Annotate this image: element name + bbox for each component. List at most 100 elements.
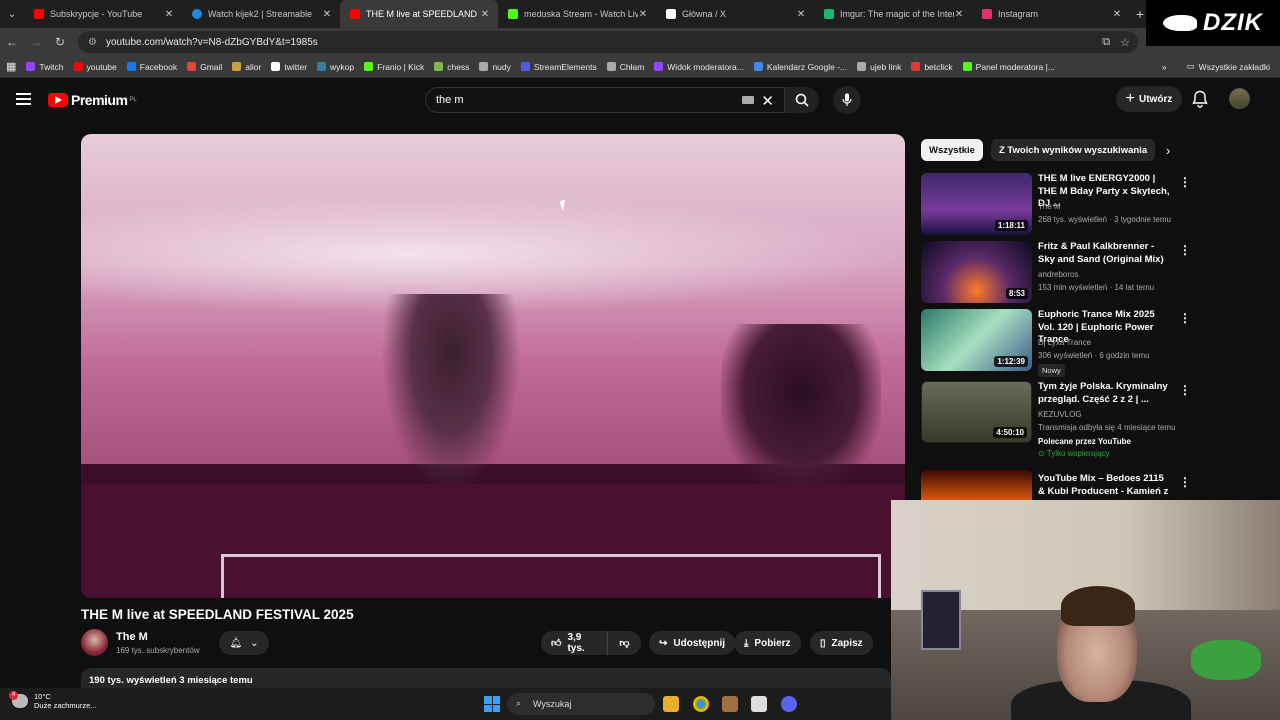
recommendation-title[interactable]: YouTube Mix – Bedoes 2115 & Kubi Produce… bbox=[1038, 473, 1170, 500]
save-label: Zapisz bbox=[831, 637, 863, 649]
voice-search-button[interactable] bbox=[833, 86, 861, 114]
keyboard-icon[interactable] bbox=[742, 96, 754, 104]
imgur-favicon-icon bbox=[824, 9, 834, 19]
file-explorer-icon[interactable] bbox=[663, 696, 679, 712]
share-icon: ↪ bbox=[659, 637, 668, 649]
close-icon[interactable]: ✕ bbox=[164, 9, 174, 20]
forward-icon[interactable]: → bbox=[24, 35, 48, 49]
more-options-icon[interactable]: ⋮ bbox=[1179, 475, 1191, 489]
search-button[interactable] bbox=[785, 87, 819, 113]
chrome-icon[interactable] bbox=[693, 696, 709, 712]
account-avatar[interactable] bbox=[1229, 88, 1250, 109]
notifications-bell-icon[interactable] bbox=[1192, 90, 1208, 108]
bookmark-kalendarz[interactable]: Kalendarz Google -... bbox=[753, 62, 847, 72]
recommendation-item[interactable]: 4:50:10 Tym żyje Polska. Kryminalny prze… bbox=[921, 381, 1266, 458]
download-button[interactable]: ⤓ Pobierz bbox=[734, 631, 801, 655]
bookmark-betclick[interactable]: betclick bbox=[911, 62, 953, 72]
reload-icon[interactable]: ↻ bbox=[48, 35, 72, 49]
share-button[interactable]: ↪ Udostępnij bbox=[649, 631, 736, 655]
recommendation-item[interactable]: 1:12:39 Euphoric Trance Mix 2025 Vol. 12… bbox=[921, 309, 1266, 377]
bookmark-twitch[interactable]: Twitch bbox=[26, 62, 64, 72]
video-frame-neon-letters bbox=[221, 554, 881, 598]
install-app-icon[interactable]: ⧉ bbox=[1102, 36, 1110, 49]
clear-search-icon[interactable]: ✕ bbox=[761, 92, 774, 110]
bookmark-streamelements[interactable]: StreamElements bbox=[520, 62, 597, 72]
site-info-icon[interactable]: ⚙ bbox=[88, 37, 98, 48]
bookmark-franio-kick[interactable]: Franio | Kick bbox=[364, 62, 424, 72]
channel-avatar[interactable] bbox=[81, 629, 108, 656]
more-options-icon[interactable]: ⋮ bbox=[1179, 383, 1191, 397]
bookmark-chlam[interactable]: Chłam bbox=[606, 62, 644, 72]
recommendation-item[interactable]: YouTube Mix – Bedoes 2115 & Kubi Produce… bbox=[921, 470, 1266, 500]
chips-next-icon[interactable]: › bbox=[1166, 143, 1170, 158]
back-icon[interactable]: ← bbox=[0, 35, 24, 49]
menu-icon[interactable] bbox=[16, 93, 31, 105]
close-icon[interactable]: ✕ bbox=[1112, 9, 1122, 20]
recommendation-title[interactable]: Tym żyje Polska. Kryminalny przegląd. Cz… bbox=[1038, 381, 1170, 406]
create-label: Utwórz bbox=[1139, 93, 1173, 105]
more-options-icon[interactable]: ⋮ bbox=[1179, 311, 1191, 325]
bookmark-chess[interactable]: chess bbox=[434, 62, 469, 72]
channel-name[interactable]: The M bbox=[116, 631, 148, 643]
more-options-icon[interactable]: ⋮ bbox=[1179, 175, 1191, 189]
bookmark-star-icon[interactable]: ☆ bbox=[1120, 36, 1130, 49]
chip-all[interactable]: Wszystkie bbox=[921, 139, 983, 161]
bookmark-twitter[interactable]: twitter bbox=[271, 62, 307, 72]
recommendation-title[interactable]: Fritz & Paul Kalkbrenner - Sky and Sand … bbox=[1038, 241, 1170, 266]
search-input[interactable]: the m ✕ bbox=[425, 87, 785, 113]
youtube-logo[interactable]: Premium PL bbox=[48, 92, 137, 108]
thumbnail[interactable]: 8:53 bbox=[921, 241, 1032, 303]
close-icon[interactable]: ✕ bbox=[322, 9, 332, 20]
bookmark-facebook[interactable]: Facebook bbox=[126, 62, 177, 72]
tab-x[interactable]: Główna / X ✕ bbox=[656, 0, 814, 28]
thumbnail[interactable] bbox=[921, 470, 1032, 500]
tab-the-m-live[interactable]: THE M live at SPEEDLAND FEST✕ bbox=[340, 0, 498, 28]
video-player[interactable] bbox=[81, 134, 905, 598]
tab-meduska[interactable]: meduska Stream - Watch Live o✕ bbox=[498, 0, 656, 28]
close-icon[interactable]: ✕ bbox=[954, 9, 964, 20]
bookmark-wykop[interactable]: wykop bbox=[317, 62, 354, 72]
bookmark-youtube[interactable]: youtube bbox=[73, 62, 117, 72]
url-bar[interactable]: ⚙ youtube.com/watch?v=N8-dZbGYBdY&t=1985… bbox=[78, 31, 1138, 53]
tab-streamable[interactable]: Watch kijek2 | Streamable ✕ bbox=[182, 0, 340, 28]
tab-instagram[interactable]: Instagram ✕ bbox=[972, 0, 1130, 28]
bookmarks-bar: ▦ Twitch youtube Facebook Gmail alior tw… bbox=[0, 56, 1280, 78]
save-button[interactable]: ▯ Zapisz bbox=[810, 631, 873, 655]
recommendation-item[interactable]: 8:53 Fritz & Paul Kalkbrenner - Sky and … bbox=[921, 241, 1266, 305]
bookmark-widok-moderatora[interactable]: Widok moderatora... bbox=[654, 62, 744, 72]
taskbar-search[interactable]: ⌕ Wyszukaj bbox=[507, 693, 655, 715]
tab-search-icon[interactable]: ⌄ bbox=[0, 0, 24, 28]
dislike-button[interactable]: 👎︎ bbox=[607, 631, 641, 655]
thumbnail[interactable]: 4:50:10 bbox=[921, 381, 1032, 443]
close-icon[interactable]: ✕ bbox=[638, 9, 648, 20]
thumbnail[interactable]: 1:18:11 bbox=[921, 173, 1032, 235]
all-bookmarks-button[interactable]: » ▭ Wszystkie zakładki bbox=[1162, 61, 1270, 72]
chip-from-searches[interactable]: Z Twoich wyników wyszukiwania bbox=[990, 139, 1156, 161]
tab-imgur[interactable]: Imgur: The magic of the Intern ✕ bbox=[814, 0, 972, 28]
discord-icon[interactable] bbox=[781, 696, 797, 712]
bookmark-ujeb-link[interactable]: ujeb link bbox=[857, 62, 901, 72]
recommendation-item[interactable]: 1:18:11 THE M live ENERGY2000 | THE M Bd… bbox=[921, 173, 1266, 237]
app-icon[interactable] bbox=[722, 696, 738, 712]
windows-start-icon[interactable] bbox=[484, 696, 500, 712]
like-button[interactable]: 👍︎ 3,9 tys. bbox=[541, 631, 607, 655]
video-frame-dj bbox=[381, 294, 521, 494]
tab-title: THE M live at SPEEDLAND FEST bbox=[366, 9, 480, 19]
chevron-right-icon[interactable]: » bbox=[1162, 62, 1167, 72]
close-icon[interactable]: ✕ bbox=[796, 9, 806, 20]
url-text[interactable]: youtube.com/watch?v=N8-dZbGYBdY&t=1985s bbox=[106, 37, 318, 48]
thumbnail[interactable]: 1:12:39 bbox=[921, 309, 1032, 371]
bookmark-alior[interactable]: alior bbox=[232, 62, 261, 72]
bookmark-folder-nudy[interactable]: nudy bbox=[479, 62, 511, 72]
close-icon[interactable]: ✕ bbox=[480, 9, 490, 20]
app-icon[interactable] bbox=[751, 696, 767, 712]
tab-subskrypcje[interactable]: Subskrypcje - YouTube ✕ bbox=[24, 0, 182, 28]
bookmark-gmail[interactable]: Gmail bbox=[187, 62, 222, 72]
create-button[interactable]: + Utwórz bbox=[1116, 86, 1182, 112]
weather-widget[interactable]: 10°CDuże zachmurze... bbox=[9, 691, 97, 710]
subscription-bell-button[interactable]: 🔔︎ ⌄ bbox=[219, 631, 269, 655]
search-query[interactable]: the m bbox=[436, 94, 464, 106]
apps-grid-icon[interactable]: ▦ bbox=[6, 60, 16, 73]
bookmark-panel-moderatora[interactable]: Panel moderatora |... bbox=[962, 62, 1055, 72]
more-options-icon[interactable]: ⋮ bbox=[1179, 243, 1191, 257]
